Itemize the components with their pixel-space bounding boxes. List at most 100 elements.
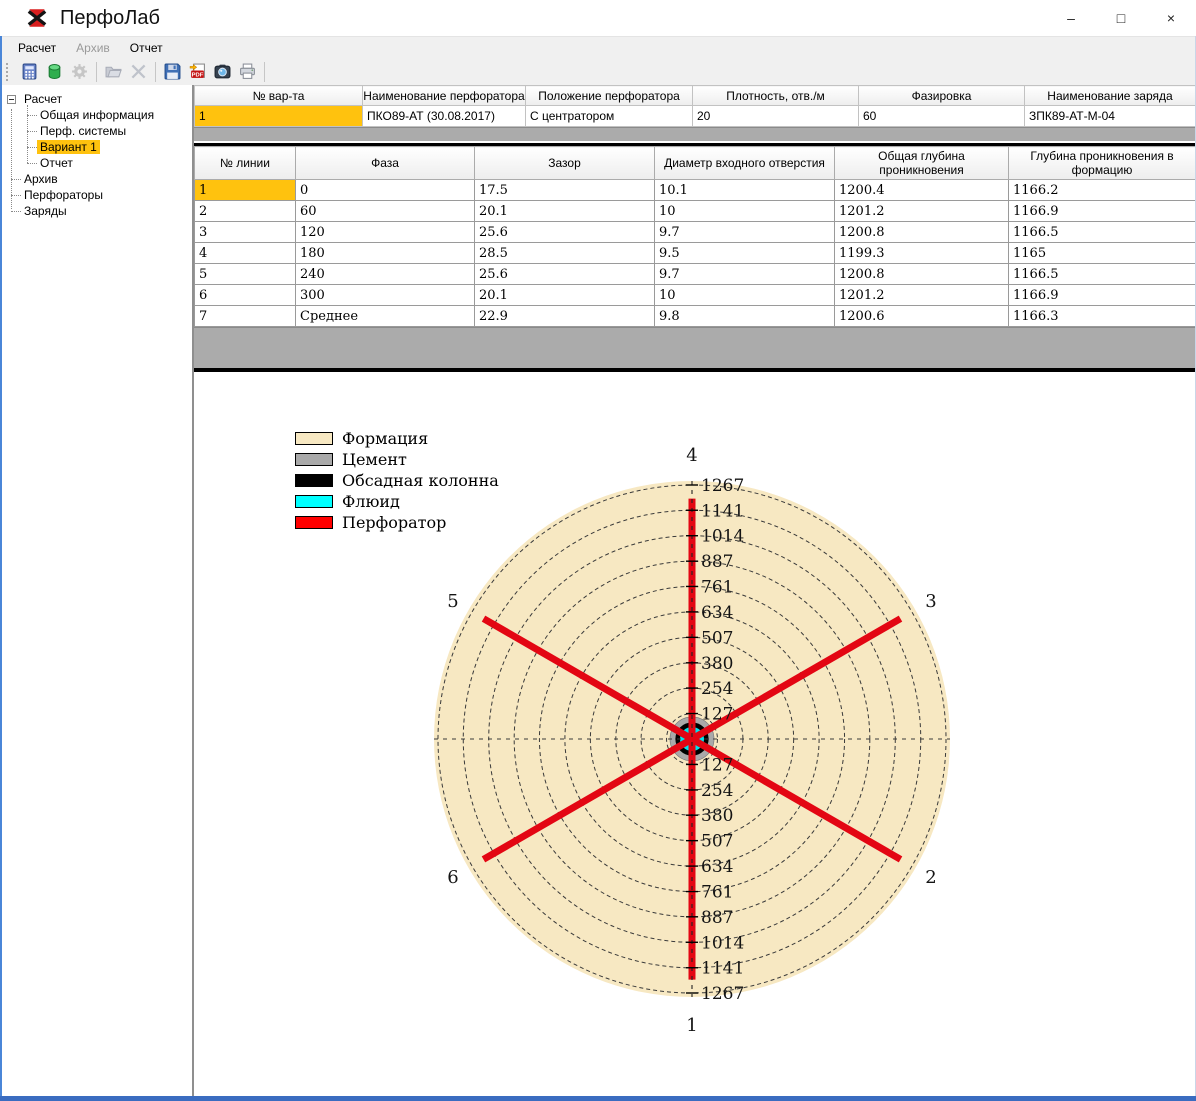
settings-button[interactable] <box>67 60 92 84</box>
lines-cell[interactable]: 4 <box>195 243 296 264</box>
close-button[interactable]: × <box>1146 0 1196 36</box>
lines-cell[interactable]: 1165 <box>1009 243 1196 264</box>
lines-cell[interactable]: 1201.2 <box>835 201 1009 222</box>
tree-guide <box>27 105 28 163</box>
axis-number-label: 2 <box>925 867 936 888</box>
lines-cell[interactable]: 1166.3 <box>1009 306 1196 327</box>
table-row[interactable]: 524025.69.71200.81166.5 <box>195 264 1196 285</box>
tree-child-item-1[interactable]: Перф. системы <box>0 123 192 139</box>
radial-tick-label: 254 <box>701 781 733 801</box>
lines-cell[interactable]: 1166.9 <box>1009 201 1196 222</box>
variant-table-row[interactable]: 1ПКО89-АТ (30.08.2017)С центратором2060З… <box>195 106 1196 127</box>
print-button[interactable] <box>235 60 260 84</box>
menu-raschet[interactable]: Расчет <box>8 39 66 57</box>
delete-button[interactable] <box>126 60 151 84</box>
lines-cell[interactable]: 1200.4 <box>835 180 1009 201</box>
variant-cell[interactable]: 1 <box>195 106 363 127</box>
lines-cell[interactable]: 10.1 <box>655 180 835 201</box>
variant-cell[interactable]: 60 <box>859 106 1025 127</box>
database-icon <box>46 63 63 80</box>
tree-expander-icon[interactable] <box>7 95 16 104</box>
lines-cell[interactable]: 7 <box>195 306 296 327</box>
window-border-bottom <box>0 1096 1196 1101</box>
table-row[interactable]: 418028.59.51199.31165 <box>195 243 1196 264</box>
svg-text:PDF: PDF <box>192 72 204 78</box>
lines-cell[interactable]: 25.6 <box>475 222 655 243</box>
tree-item-0[interactable]: Расчет <box>0 91 192 107</box>
preview-button[interactable] <box>210 60 235 84</box>
lines-cell[interactable]: 1166.9 <box>1009 285 1196 306</box>
lines-cell[interactable]: 10 <box>655 201 835 222</box>
tree-item-3[interactable]: Заряды <box>0 203 192 219</box>
maximize-button[interactable]: □ <box>1096 0 1146 36</box>
export-pdf-button[interactable]: PDF <box>185 60 210 84</box>
lines-cell[interactable]: 240 <box>296 264 475 285</box>
table-row[interactable]: 630020.1101201.21166.9 <box>195 285 1196 306</box>
lines-cell[interactable]: 60 <box>296 201 475 222</box>
tree-child-item-3[interactable]: Отчет <box>0 155 192 171</box>
tree-item-label: Общая информация <box>37 108 157 122</box>
lines-cell[interactable]: 1166.5 <box>1009 264 1196 285</box>
lines-cell[interactable]: 3 <box>195 222 296 243</box>
tree-child-item-2[interactable]: Вариант 1 <box>0 139 192 155</box>
open-button[interactable] <box>101 60 126 84</box>
tree-item-label: Расчет <box>21 92 65 106</box>
table-row[interactable]: 26020.1101201.21166.9 <box>195 201 1196 222</box>
lines-cell[interactable]: 1166.2 <box>1009 180 1196 201</box>
lines-cell[interactable]: 25.6 <box>475 264 655 285</box>
lines-cell[interactable]: 120 <box>296 222 475 243</box>
variant-cell[interactable]: С центратором <box>526 106 693 127</box>
lines-cell[interactable]: 20.1 <box>475 201 655 222</box>
lines-cell[interactable]: 1199.3 <box>835 243 1009 264</box>
lines-cell[interactable]: 22.9 <box>475 306 655 327</box>
calculate-button[interactable] <box>17 60 42 84</box>
lines-cell[interactable]: 9.8 <box>655 306 835 327</box>
lines-cell[interactable]: 2 <box>195 201 296 222</box>
minimize-button[interactable]: – <box>1046 0 1096 36</box>
lines-cell[interactable]: 20.1 <box>475 285 655 306</box>
tree-item-1[interactable]: Архив <box>0 171 192 187</box>
variant-cell[interactable]: ПКО89-АТ (30.08.2017) <box>363 106 526 127</box>
lines-cell[interactable]: 1200.8 <box>835 222 1009 243</box>
lines-cell[interactable]: 5 <box>195 264 296 285</box>
tree-item-2[interactable]: Перфораторы <box>0 187 192 203</box>
lines-cell[interactable]: 1166.5 <box>1009 222 1196 243</box>
lines-col-header: Фаза <box>296 147 475 180</box>
radial-tick-label: 1014 <box>701 527 744 547</box>
tree-item-label: Заряды <box>21 204 70 218</box>
lines-cell[interactable]: 0 <box>296 180 475 201</box>
lines-cell[interactable]: 17.5 <box>475 180 655 201</box>
lines-cell[interactable]: 1200.8 <box>835 264 1009 285</box>
save-button[interactable] <box>160 60 185 84</box>
variant-cell[interactable]: 20 <box>693 106 859 127</box>
toolbar-separator <box>264 62 265 82</box>
lines-cell[interactable]: 9.5 <box>655 243 835 264</box>
table-row[interactable]: 312025.69.71200.81166.5 <box>195 222 1196 243</box>
pdf-export-icon: PDF <box>189 63 206 80</box>
variant-cell[interactable]: ЗПК89-АТ-М-04 <box>1025 106 1196 127</box>
lines-cell[interactable]: 180 <box>296 243 475 264</box>
lines-cell[interactable]: 9.7 <box>655 222 835 243</box>
lines-cell[interactable]: 1200.6 <box>835 306 1009 327</box>
variant-grid-filler <box>194 127 1196 141</box>
lines-cell[interactable]: 1 <box>195 180 296 201</box>
lines-cell[interactable]: 9.7 <box>655 264 835 285</box>
menu-otchet[interactable]: Отчет <box>120 39 173 57</box>
lines-cell[interactable]: 28.5 <box>475 243 655 264</box>
lines-cell[interactable]: 6 <box>195 285 296 306</box>
lines-cell[interactable]: 1201.2 <box>835 285 1009 306</box>
lines-cell[interactable]: Среднее <box>296 306 475 327</box>
tree-item-label: Перф. системы <box>37 124 129 138</box>
table-row[interactable]: 7Среднее22.99.81200.61166.3 <box>195 306 1196 327</box>
radial-tick-label: 380 <box>701 806 733 826</box>
menu-arhiv[interactable]: Архив <box>66 39 120 57</box>
table-row[interactable]: 1017.510.11200.41166.2 <box>195 180 1196 201</box>
lines-cell[interactable]: 10 <box>655 285 835 306</box>
tree-child-item-0[interactable]: Общая информация <box>0 107 192 123</box>
radial-tick-label: 1141 <box>701 959 744 979</box>
open-folder-icon <box>105 63 122 80</box>
lines-cell[interactable]: 300 <box>296 285 475 306</box>
database-button[interactable] <box>42 60 67 84</box>
toolbar-grip[interactable] <box>6 63 14 81</box>
lines-grid-filler <box>194 327 1196 368</box>
